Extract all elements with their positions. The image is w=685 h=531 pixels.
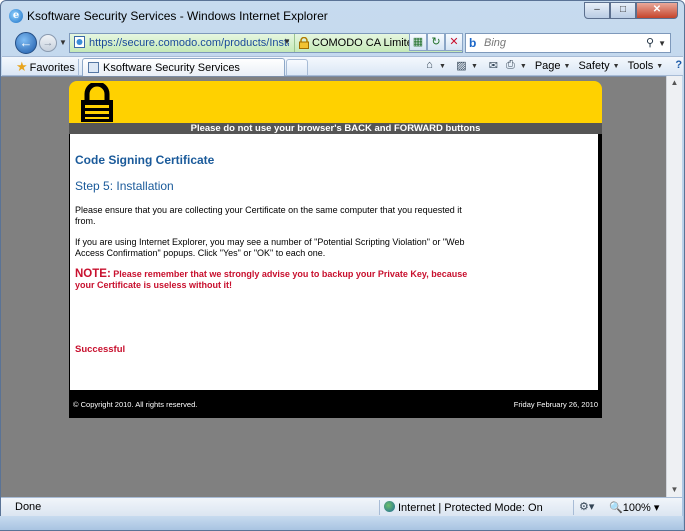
note-label: NOTE: [75, 268, 111, 280]
command-tools: ⌂▼ ▨▼ ✉ ⎙▼ Page▼ Safety▼ Tools▼ ?▼ [422, 59, 685, 73]
divider [573, 500, 574, 515]
secure-url-area: https://secure.comodo.com/products/Insta… [70, 34, 305, 52]
mail-icon[interactable]: ✉ [486, 59, 501, 73]
zoom-level: 100% [622, 502, 651, 514]
address-bar[interactable]: https://secure.comodo.com/products/Insta… [69, 33, 463, 53]
padlock-logo-icon [81, 83, 113, 122]
vertical-scrollbar[interactable]: ▲ ▼ [666, 76, 682, 497]
page-dropdown-icon[interactable]: ▼ [564, 63, 571, 70]
minimize-button[interactable]: – [584, 2, 610, 19]
scroll-up-icon[interactable]: ▲ [667, 78, 682, 87]
divider [78, 59, 79, 75]
footer-date: Friday February 26, 2010 [513, 400, 598, 409]
window-controls: – □ ✕ [584, 2, 678, 19]
page-border-right [598, 134, 602, 390]
address-row: ← → ▼ https://secure.comodo.com/products… [1, 31, 684, 55]
address-dropdown-icon[interactable]: ▼ [283, 37, 291, 46]
stop-icon[interactable]: ✕ [445, 33, 463, 51]
safety-dropdown-icon[interactable]: ▼ [613, 63, 620, 70]
scroll-down-icon[interactable]: ▼ [667, 485, 682, 494]
command-bar: ★ Favorites Ksoftware Security Services ⌂… [2, 56, 685, 77]
search-box[interactable]: b Bing ⚲ ▼ [465, 33, 671, 53]
feeds-icon[interactable]: ▨ [454, 59, 469, 73]
page-viewport: Please do not use your browser's BACK an… [1, 76, 666, 497]
backup-warning: NOTE: Please remember that we strongly a… [75, 268, 485, 291]
note-text: Please remember that we strongly advise … [75, 269, 468, 290]
tools-dropdown-icon[interactable]: ▼ [656, 63, 663, 70]
copyright-text: © Copyright 2010. All rights reserved. [73, 400, 198, 409]
search-icon[interactable]: ⚲ [646, 36, 654, 49]
zoom-icon: 🔍 [609, 502, 623, 514]
page-header-banner [69, 81, 602, 123]
favorites-label: Favorites [29, 62, 75, 74]
tools-menu[interactable]: Tools [628, 60, 654, 72]
feeds-dropdown-icon[interactable]: ▼ [471, 63, 478, 70]
url-text[interactable]: https://secure.comodo.com/products/Insta… [89, 37, 289, 49]
window-title: Ksoftware Security Services - Windows In… [27, 9, 328, 23]
page-footer: © Copyright 2010. All rights reserved. F… [69, 390, 602, 418]
title-bar: e Ksoftware Security Services - Windows … [1, 1, 684, 31]
security-zone[interactable]: Internet | Protected Mode: On [384, 501, 543, 514]
browser-tab[interactable]: Ksoftware Security Services [82, 58, 285, 77]
print-icon[interactable]: ⎙ [503, 59, 518, 73]
search-dropdown-icon[interactable]: ▼ [658, 39, 666, 48]
page-content: Code Signing Certificate Step 5: Install… [70, 134, 598, 390]
tab-label: Ksoftware Security Services [103, 62, 240, 74]
page-menu[interactable]: Page [535, 60, 561, 72]
maximize-button[interactable]: □ [610, 2, 636, 19]
page-icon [74, 36, 85, 48]
divider [379, 500, 380, 515]
popup-notice-paragraph: If you are using Internet Explorer, you … [75, 237, 465, 258]
safety-menu[interactable]: Safety [578, 60, 609, 72]
zone-label: Internet | Protected Mode: On [398, 502, 543, 514]
status-bar: Done Internet | Protected Mode: On ⚙▾ 🔍1… [1, 497, 682, 516]
home-dropdown-icon[interactable]: ▼ [439, 63, 446, 70]
forward-button[interactable]: → [39, 34, 57, 52]
zoom-control[interactable]: 🔍100% ▾ [609, 501, 659, 514]
bing-icon: b [469, 36, 477, 50]
globe-icon [384, 501, 395, 512]
recent-pages-dropdown-icon[interactable]: ▼ [59, 38, 67, 47]
page-title: Code Signing Certificate [75, 153, 215, 167]
back-button[interactable]: ← [15, 32, 37, 54]
refresh-icon[interactable]: ↻ [427, 33, 445, 51]
compatibility-view-icon[interactable]: ▦ [409, 33, 427, 51]
star-icon: ★ [16, 59, 28, 74]
instructions-paragraph: Please ensure that you are collecting yo… [75, 205, 462, 226]
help-icon[interactable]: ? [671, 59, 685, 73]
lock-icon [299, 37, 309, 49]
print-dropdown-icon[interactable]: ▼ [520, 63, 527, 70]
navigation-warning: Please do not use your browser's BACK an… [69, 123, 602, 134]
ie-logo-icon: e [9, 9, 23, 23]
step-heading: Step 5: Installation [75, 179, 174, 193]
close-button[interactable]: ✕ [636, 2, 678, 19]
status-message: Successful [75, 344, 126, 355]
window-bottom-edge [0, 516, 683, 530]
web-page: Please do not use your browser's BACK an… [69, 81, 602, 418]
favorites-button[interactable]: ★ Favorites [16, 59, 75, 75]
new-tab-button[interactable] [286, 59, 308, 76]
search-placeholder: Bing [484, 37, 507, 49]
home-icon[interactable]: ⌂ [422, 59, 437, 73]
settings-icon[interactable]: ⚙▾ [579, 500, 594, 513]
tab-page-icon [88, 62, 99, 73]
status-text: Done [15, 501, 42, 513]
